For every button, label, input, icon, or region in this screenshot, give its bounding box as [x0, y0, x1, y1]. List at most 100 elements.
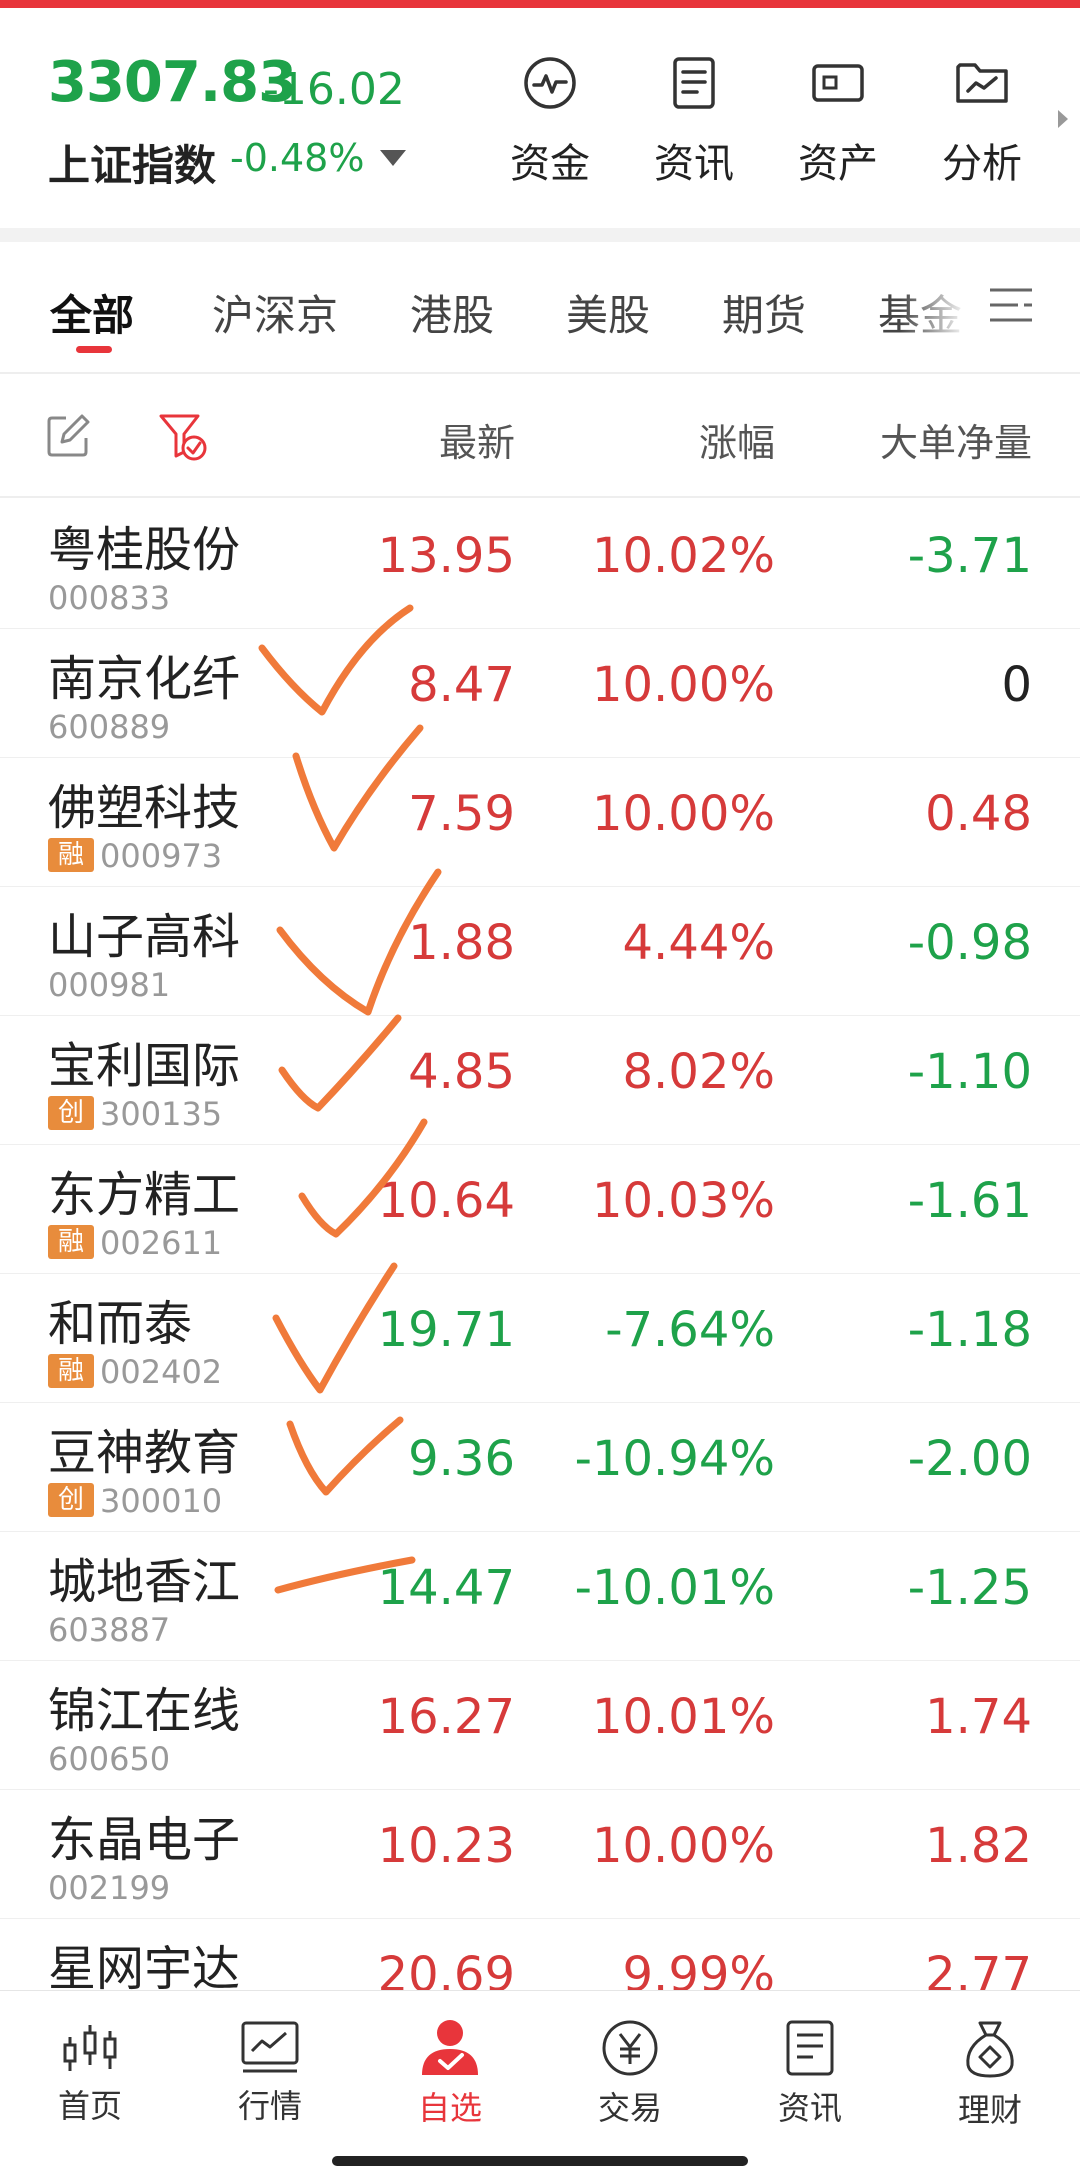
quick-link-assets[interactable]: 资产 [778, 55, 898, 187]
tab-all[interactable]: 全部 [50, 282, 134, 343]
stock-change-percent: 10.03% [591, 1173, 775, 1229]
index-summary[interactable]: 3307.83 -16.02 上证指数 -0.48% [48, 50, 468, 190]
tab-us-stocks[interactable]: 美股 [566, 282, 650, 343]
stock-name: 星网宇达 [48, 1941, 241, 1990]
index-value: 3307.83 [48, 50, 297, 115]
stock-net-big-order: 0.48 [925, 786, 1032, 842]
stock-net-big-order: 1.82 [925, 1818, 1032, 1874]
stock-code: 600650 [48, 1740, 171, 1778]
stock-row[interactable]: 宝利国际创 300135 4.85 8.02% -1.10 [0, 1016, 1080, 1145]
candlestick-icon [63, 2025, 117, 2071]
index-dropdown-caret-icon[interactable] [380, 150, 406, 166]
nav-label: 资讯 [777, 2089, 842, 2127]
tab-menu-icon[interactable] [986, 280, 1036, 330]
stock-code-line: 000981 [48, 967, 170, 1003]
index-percent: -0.48% [230, 136, 365, 180]
nav-label: 自选 [417, 2089, 482, 2127]
nav-home[interactable]: 首页 [25, 2019, 155, 2127]
quick-link-analysis[interactable]: 分析 [922, 55, 1042, 187]
stock-price: 10.23 [377, 1818, 515, 1874]
stock-name: 东方精工 [48, 1167, 241, 1223]
stock-code-line: 600650 [48, 1741, 170, 1777]
chart-monitor-icon [241, 2021, 299, 2073]
stock-net-big-order: -0.98 [907, 915, 1032, 971]
stock-change-percent: 8.02% [622, 1044, 775, 1100]
stock-price: 9.36 [408, 1431, 515, 1487]
stock-code: 002402 [100, 1353, 223, 1391]
index-change: -16.02 [263, 64, 405, 115]
stock-code-line: 创 300135 [48, 1096, 222, 1132]
nav-trade[interactable]: 交易 [565, 2019, 695, 2129]
stock-code: 600889 [48, 708, 171, 746]
nav-market[interactable]: 行情 [205, 2019, 335, 2127]
stock-price: 13.95 [377, 528, 515, 584]
stock-change-percent: 10.00% [591, 786, 775, 842]
smart-filter-icon[interactable] [158, 412, 208, 462]
quick-link-label: 资产 [798, 141, 878, 187]
column-header-latest[interactable]: 最新 [439, 412, 515, 467]
stock-net-big-order: -3.71 [907, 528, 1032, 584]
stock-row[interactable]: 豆神教育创 300010 9.36 -10.94% -2.00 [0, 1403, 1080, 1532]
stock-row[interactable]: 星网宇达 20.69 9.99% 2.77 [0, 1919, 1080, 1990]
watchlist: 粤桂股份 000833 13.95 10.02% -3.71 南京化纤 600889 8.47… [0, 500, 1080, 1990]
stock-row[interactable]: 和而泰融 002402 19.71 -7.64% -1.18 [0, 1274, 1080, 1403]
card-icon [812, 64, 864, 102]
news-doc-icon [786, 2020, 834, 2076]
stock-row[interactable]: 南京化纤 600889 8.47 10.00% 0 [0, 629, 1080, 758]
stock-name: 东晶电子 [48, 1812, 241, 1868]
stock-change-percent: 10.02% [591, 528, 775, 584]
stock-net-big-order: -2.00 [907, 1431, 1032, 1487]
header-more-arrow-icon[interactable] [1058, 110, 1068, 128]
chart-folder-icon [956, 63, 1008, 103]
stock-change-percent: 10.00% [591, 1818, 775, 1874]
stock-price: 20.69 [377, 1947, 515, 1990]
quick-link-news[interactable]: 资讯 [634, 55, 754, 187]
stock-code-line: 创 300010 [48, 1483, 222, 1519]
nav-label: 交易 [597, 2089, 662, 2127]
quick-link-funds[interactable]: 资金 [490, 55, 610, 187]
nav-news[interactable]: 资讯 [745, 2019, 875, 2129]
stock-row[interactable]: 东晶电子 002199 10.23 10.00% 1.82 [0, 1790, 1080, 1919]
stock-change-percent: 9.99% [622, 1947, 775, 1990]
nav-label: 首页 [57, 2087, 122, 2125]
stock-row[interactable]: 东方精工融 002611 10.64 10.03% -1.61 [0, 1145, 1080, 1274]
stock-price: 10.64 [377, 1173, 515, 1229]
stock-code: 002199 [48, 1869, 171, 1907]
stock-price: 8.47 [408, 657, 515, 713]
stock-price: 7.59 [408, 786, 515, 842]
quick-link-label: 资金 [510, 141, 590, 187]
stock-code-line: 002199 [48, 1870, 170, 1906]
quick-link-label: 资讯 [654, 141, 734, 187]
nav-label: 理财 [957, 2091, 1022, 2129]
tab-shanghai-shenzhen-beijing[interactable]: 沪深京 [212, 282, 338, 343]
stock-row[interactable]: 山子高科 000981 1.88 4.44% -0.98 [0, 887, 1080, 1016]
stock-tag-badge: 创 [48, 1096, 94, 1130]
column-header-change[interactable]: 涨幅 [699, 412, 775, 467]
stock-price: 16.27 [377, 1689, 515, 1745]
stock-name: 粤桂股份 [48, 522, 241, 578]
top-accent-bar [0, 0, 1080, 8]
edit-icon[interactable] [46, 414, 90, 458]
stock-net-big-order: 0 [1001, 657, 1032, 713]
stock-row[interactable]: 佛塑科技融 000973 7.59 10.00% 0.48 [0, 758, 1080, 887]
stock-name: 锦江在线 [48, 1683, 241, 1739]
stock-tag-badge: 创 [48, 1483, 94, 1517]
stock-change-percent: 10.01% [591, 1689, 775, 1745]
stock-name: 佛塑科技 [48, 780, 241, 836]
nav-label: 行情 [237, 2087, 302, 2125]
market-tabs: 全部 沪深京 港股 美股 期货 基金 [0, 242, 1080, 374]
stock-change-percent: 4.44% [622, 915, 775, 971]
nav-wealth[interactable]: 理财 [925, 2019, 1055, 2131]
nav-watchlist[interactable]: 自选 [385, 2019, 515, 2129]
money-bag-icon [966, 2021, 1014, 2078]
tab-hong-kong[interactable]: 港股 [410, 282, 494, 343]
stock-name: 宝利国际 [48, 1038, 241, 1094]
tab-futures[interactable]: 期货 [722, 282, 806, 343]
stock-row[interactable]: 锦江在线 600650 16.27 10.01% 1.74 [0, 1661, 1080, 1790]
stock-row[interactable]: 城地香江 603887 14.47 -10.01% -1.25 [0, 1532, 1080, 1661]
column-header-net-big-order[interactable]: 大单净量 [880, 412, 1032, 467]
stock-code-line: 600889 [48, 709, 170, 745]
stock-name: 豆神教育 [48, 1425, 241, 1481]
stock-row[interactable]: 粤桂股份 000833 13.95 10.02% -3.71 [0, 500, 1080, 629]
stock-code-line: 000833 [48, 580, 170, 616]
